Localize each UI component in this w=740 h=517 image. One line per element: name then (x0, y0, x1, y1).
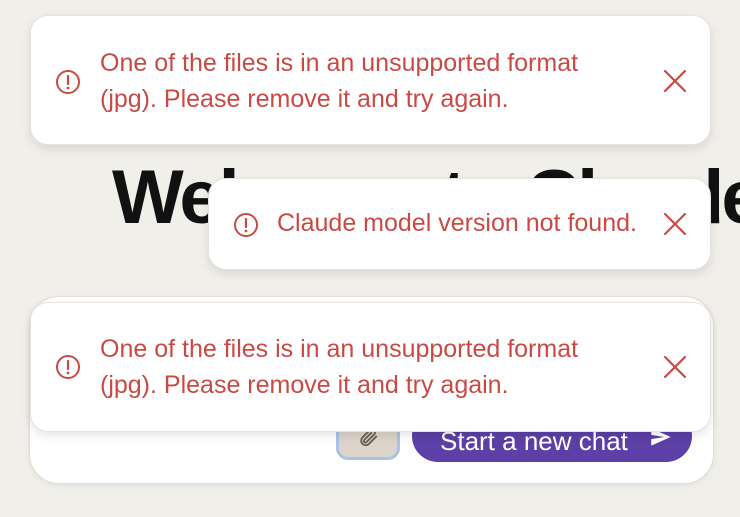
app-stage: Welcome to Claude Start a new chat One o… (0, 0, 740, 517)
toast-message: Claude model version not found. (277, 209, 637, 237)
alert-circle-icon (56, 70, 80, 94)
error-toast: Claude model version not found. (208, 178, 711, 270)
close-icon[interactable] (662, 68, 688, 94)
error-toast: One of the files is in an unsupported fo… (30, 302, 711, 432)
error-toast: One of the files is in an unsupported fo… (30, 15, 711, 145)
toast-message: One of the files is in an unsupported fo… (100, 335, 579, 399)
alert-circle-icon (234, 213, 258, 237)
close-icon[interactable] (662, 354, 688, 380)
close-icon[interactable] (662, 211, 688, 237)
toast-message: One of the files is in an unsupported fo… (100, 49, 579, 113)
alert-circle-icon (56, 355, 80, 379)
